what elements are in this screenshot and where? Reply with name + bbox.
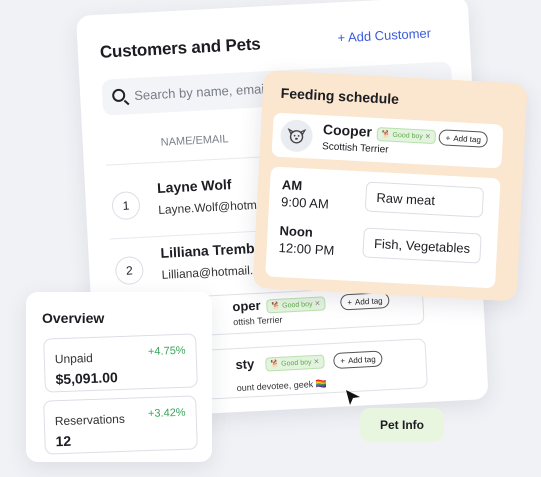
time-value: 9:00 AM <box>280 194 330 212</box>
dog-avatar-icon <box>279 118 314 153</box>
add-customer-button[interactable]: + Add Customer <box>337 25 431 45</box>
good-boy-tag: 🐕 Good boy ✕ <box>376 127 437 145</box>
add-tag-button[interactable]: + Add tag <box>332 350 384 369</box>
pet-info-chip[interactable]: Pet Info <box>360 408 444 442</box>
pet-breed: ount devotee, geek <box>236 379 314 394</box>
pet-breed: Scottish Terrier <box>321 141 389 156</box>
time-value: 12:00 PM <box>278 240 335 258</box>
column-header-name-email: NAME/EMAIL <box>160 133 229 149</box>
tag-label: Good boy <box>392 131 424 140</box>
customer-email: Lilliana@hotmail.c <box>161 262 260 282</box>
dog-icon: 🐕 <box>270 360 280 369</box>
schedule-list: AM 9:00 AM Raw meat Noon 12:00 PM Fish, … <box>265 166 501 289</box>
remove-tag-icon[interactable]: ✕ <box>313 358 319 366</box>
tag-label: Good boy <box>281 358 312 368</box>
pet-name: oper <box>232 297 261 315</box>
tag-label: Good boy <box>281 300 313 310</box>
row-number: 1 <box>111 190 141 221</box>
row-number: 2 <box>114 255 145 286</box>
add-tag-label: Add tag <box>453 133 482 144</box>
feeding-schedule-title: Feeding schedule <box>280 84 400 108</box>
pet-description: ount devotee, geek 🏳️‍🌈 <box>236 378 328 394</box>
plus-icon: + <box>445 133 451 143</box>
good-boy-tag: 🐕 Good boy ✕ <box>265 354 325 372</box>
search-icon <box>111 88 126 103</box>
food-field[interactable]: Raw meat <box>364 181 485 218</box>
stat-label: Reservations <box>54 411 126 429</box>
customer-email: Layne.Wolf@hotm <box>157 197 258 217</box>
food-field[interactable]: Fish, Vegetables <box>362 227 482 264</box>
stat-label: Unpaid <box>54 350 94 367</box>
add-tag-button[interactable]: + Add tag <box>438 129 489 148</box>
time-label: Noon <box>279 223 314 240</box>
add-tag-label: Add tag <box>347 354 376 365</box>
pet-row[interactable]: sty ount devotee, geek 🏳️‍🌈 🐕 Good boy ✕… <box>203 338 428 400</box>
remove-tag-icon[interactable]: ✕ <box>425 133 431 141</box>
pet-name: sty <box>235 356 255 373</box>
remove-tag-icon[interactable]: ✕ <box>314 300 320 308</box>
unpaid-stat-card[interactable]: Unpaid +4.75% $5,091.00 <box>43 333 198 393</box>
stat-delta: +3.42% <box>147 406 186 421</box>
table-row[interactable]: 2 Lilliana Trembla Lilliana@hotmail.c <box>76 0 467 286</box>
table-row[interactable]: 1 Layne Wolf Layne.Wolf@hotm <box>76 0 467 221</box>
pet-breed: ottish Terrier <box>232 314 283 328</box>
stat-value: 12 <box>55 432 72 450</box>
pet-card[interactable]: Cooper Scottish Terrier 🐕 Good boy ✕ + A… <box>271 112 504 169</box>
good-boy-tag: 🐕 Good boy ✕ <box>266 296 326 314</box>
pet-name: Cooper <box>322 121 373 140</box>
time-label: AM <box>281 177 303 194</box>
customer-name: Layne Wolf <box>156 176 232 196</box>
search-placeholder: Search by name, email <box>133 81 268 104</box>
plus-icon: + <box>347 297 353 307</box>
plus-icon: + <box>340 355 346 366</box>
add-tag-label: Add tag <box>354 295 383 307</box>
add-tag-button[interactable]: + Add tag <box>339 291 390 311</box>
stat-value: $5,091.00 <box>55 369 119 388</box>
customer-name: Lilliana Trembla <box>160 239 267 261</box>
customers-title: Customers and Pets <box>99 34 261 62</box>
stat-delta: +4.75% <box>147 344 186 359</box>
dog-icon <box>287 127 307 144</box>
feeding-schedule-panel: Feeding schedule Cooper Scottish Terrier… <box>252 70 528 302</box>
reservations-stat-card[interactable]: Reservations +3.42% 12 <box>43 395 198 455</box>
overview-title: Overview <box>42 310 105 326</box>
cursor-icon <box>346 390 360 405</box>
dog-icon: 🐕 <box>271 302 281 311</box>
overview-panel: Overview Unpaid +4.75% $5,091.00 Reserva… <box>26 292 212 462</box>
dog-icon: 🐕 <box>381 131 391 139</box>
